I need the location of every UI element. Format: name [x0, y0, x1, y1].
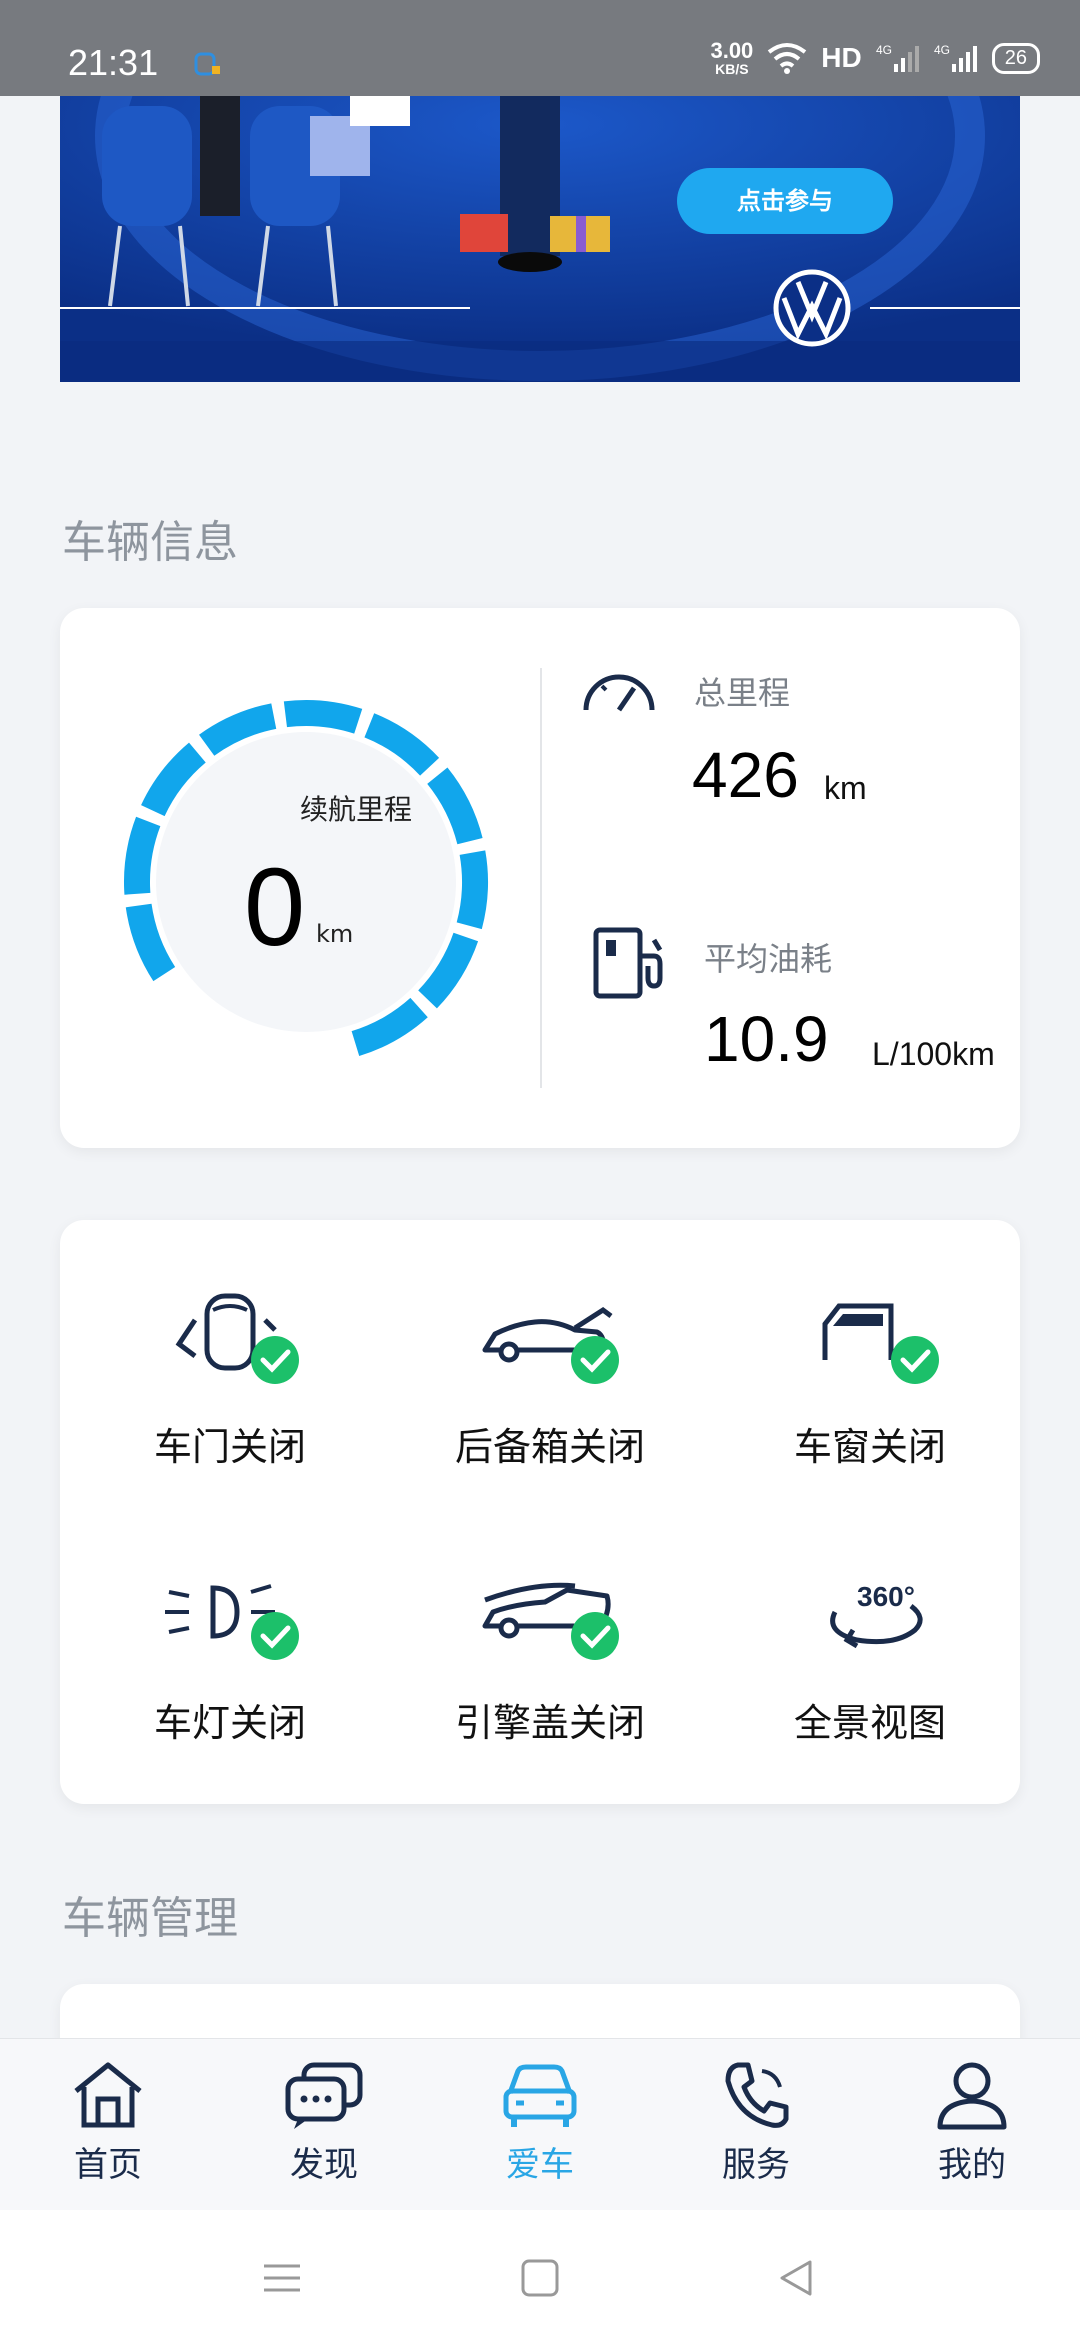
- divider: [540, 668, 542, 1088]
- status-item-2: 后备箱关闭: [400, 1280, 700, 1500]
- status-time: 21:31: [68, 42, 159, 83]
- odometer-value: 426: [692, 739, 799, 811]
- status-item-1: 车门关闭: [80, 1280, 380, 1500]
- status-item-3: 车窗关闭: [720, 1280, 1020, 1500]
- nav-car[interactable]: 爱车: [450, 2059, 630, 2199]
- battery-indicator: 26: [991, 42, 1040, 74]
- status-label: 车门关闭: [153, 1425, 306, 1469]
- check-icon: [571, 1336, 619, 1384]
- status-label: 后备箱关闭: [454, 1425, 645, 1469]
- odometer-unit: km: [824, 770, 867, 806]
- nav-label: 爱车: [506, 2145, 574, 2185]
- check-icon: [571, 1612, 619, 1660]
- svg-text:4G: 4G: [934, 43, 950, 57]
- trunk-icon: [482, 1306, 619, 1384]
- home-icon: [74, 2062, 142, 2128]
- discover-icon: [285, 2062, 363, 2129]
- promo-banner[interactable]: 点击参与: [60, 96, 1020, 382]
- status-label: 全景视图: [793, 1701, 946, 1745]
- gauge-segment: [124, 816, 161, 895]
- fuel-label: 平均油耗: [704, 940, 833, 978]
- menu-icon[interactable]: [262, 2258, 302, 2298]
- app-notification-icon: [194, 52, 220, 76]
- nav-label: 服务: [722, 2145, 790, 2185]
- phone-icon: [725, 2062, 789, 2128]
- network-speed: 3.00 KB/S: [710, 38, 754, 77]
- fuel-pump-icon: [593, 927, 663, 999]
- nav-home[interactable]: 首页: [18, 2059, 198, 2199]
- car-door-icon: [175, 1293, 299, 1384]
- range-value: 0: [244, 846, 306, 969]
- range-unit: km: [316, 920, 354, 948]
- nav-service[interactable]: 服务: [666, 2059, 846, 2199]
- vehicle-info-title: 车辆信息: [62, 517, 238, 568]
- svg-text:4G: 4G: [876, 43, 892, 57]
- status-indicators: 3.00 KB/S HD 4G 4G 26: [710, 40, 1040, 76]
- vehicle-management-title: 车辆管理: [62, 1893, 238, 1944]
- back-icon[interactable]: [776, 2258, 816, 2298]
- signal-4g-icon-2: 4G: [934, 43, 977, 72]
- fuel-value: 10.9: [704, 1003, 829, 1075]
- banner-illustration: [60, 96, 1020, 382]
- profile-icon: [937, 2062, 1007, 2130]
- join-button[interactable]: 点击参与: [677, 168, 893, 234]
- signal-4g-icon-1: 4G: [876, 43, 919, 72]
- vehicle-status-card: 车门关闭 后备箱关闭 车窗关闭车灯关闭 引擎盖关闭 360° 全景视图: [60, 1220, 1020, 1804]
- check-icon: [891, 1336, 939, 1384]
- status-label: 车灯关闭: [153, 1701, 306, 1745]
- status-item-6[interactable]: 360° 全景视图: [720, 1556, 1020, 1776]
- status-item-5: 引擎盖关闭: [400, 1556, 700, 1776]
- check-icon: [251, 1612, 299, 1660]
- hood-icon: [482, 1582, 619, 1660]
- wifi-icon: [768, 43, 807, 74]
- vw-logo-icon: [773, 269, 851, 347]
- status-label: 引擎盖关闭: [454, 1701, 645, 1745]
- range-gauge: [124, 700, 488, 1057]
- headlight-icon: [165, 1584, 299, 1660]
- bottom-nav: 首页 发现 爱车 服务 我的: [0, 2038, 1080, 2210]
- 360-view-icon: 360°: [830, 1581, 923, 1649]
- vehicle-management-card[interactable]: [60, 1984, 1020, 2038]
- odometer-label: 总里程: [694, 674, 791, 712]
- nav-label: 发现: [290, 2145, 358, 2185]
- car-window-icon: [822, 1303, 939, 1384]
- hd-badge: HD: [821, 42, 862, 73]
- nav-label: 我的: [938, 2145, 1006, 2185]
- status-bar: 21:31 3.00 KB/S HD 4G 4G 26: [0, 0, 1080, 96]
- speedometer-icon: [583, 674, 655, 712]
- system-nav-bar: [0, 2210, 1080, 2340]
- check-icon: [251, 1336, 299, 1384]
- status-label: 车窗关闭: [793, 1425, 946, 1469]
- car-icon: [503, 2064, 577, 2127]
- nav-profile[interactable]: 我的: [882, 2059, 1062, 2199]
- fuel-unit: L/100km: [872, 1036, 995, 1072]
- vehicle-info-card[interactable]: 续航里程 0 km 总里程 426 km 平均油耗 10.9 L/100km: [60, 608, 1020, 1148]
- status-item-4: 车灯关闭: [80, 1556, 380, 1776]
- svg-text:360°: 360°: [857, 1581, 915, 1612]
- range-label: 续航里程: [299, 793, 412, 826]
- main-content[interactable]: 点击参与 车辆信息 续航里程 0 km 总里程 426 km 平均油耗 10.9…: [0, 96, 1080, 2038]
- home-button-icon[interactable]: [520, 2258, 560, 2298]
- nav-discover[interactable]: 发现: [234, 2059, 414, 2199]
- gauge-segment: [283, 700, 363, 734]
- nav-label: 首页: [74, 2145, 142, 2185]
- gauge-segment: [456, 850, 488, 930]
